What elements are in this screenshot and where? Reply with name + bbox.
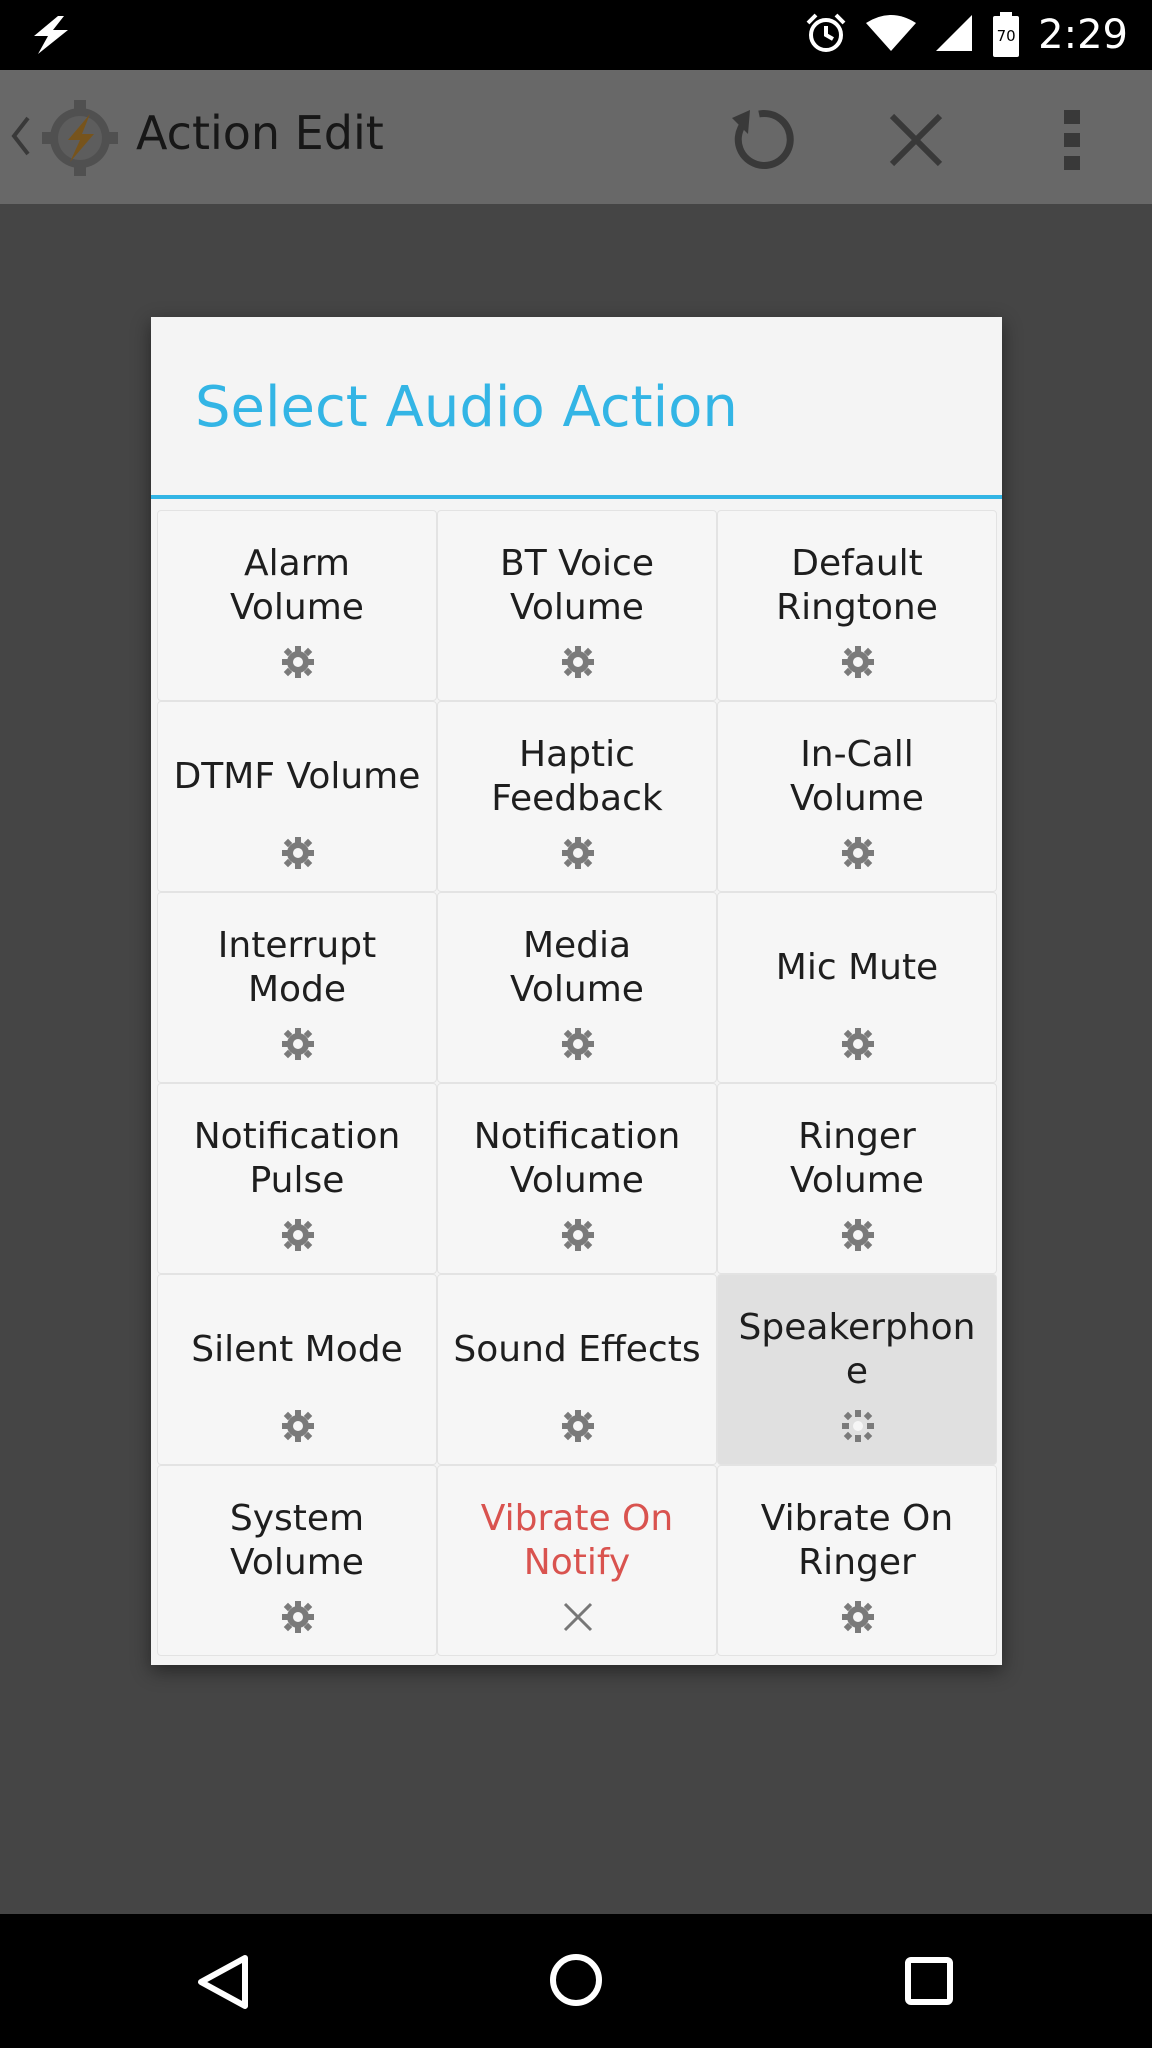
action-item[interactable]: DTMF Volume xyxy=(157,701,437,892)
action-item-label: DTMF Volume xyxy=(173,756,421,797)
dialog-title: Select Audio Action xyxy=(195,375,738,440)
action-item[interactable]: Vibrate On Notify xyxy=(437,1465,717,1656)
alarm-icon xyxy=(804,11,848,59)
battery-icon: 70 xyxy=(992,12,1020,58)
action-item[interactable]: Mic Mute xyxy=(717,892,997,1083)
signal-icon xyxy=(934,13,974,57)
nav-recent-icon[interactable] xyxy=(904,1956,954,2010)
action-grid: Alarm Volume BT Voice Volume Default Ringt… xyxy=(157,510,997,1656)
action-item-label: Notification Pulse xyxy=(193,1116,401,1201)
gear-icon[interactable] xyxy=(841,645,875,679)
action-item[interactable]: Vibrate On Ringer xyxy=(717,1465,997,1656)
action-item-label: Sound Effects xyxy=(453,1329,701,1370)
gear-icon[interactable] xyxy=(281,1600,315,1634)
battery-level: 70 xyxy=(996,27,1016,45)
action-item-label: Interrupt Mode xyxy=(217,925,377,1010)
gear-icon[interactable] xyxy=(281,1027,315,1061)
gear-icon[interactable] xyxy=(281,836,315,870)
gear-icon[interactable] xyxy=(561,645,595,679)
action-item[interactable]: Ringer Volume xyxy=(717,1083,997,1274)
gear-icon[interactable] xyxy=(841,1027,875,1061)
status-bar: 70 2:29 xyxy=(0,0,1152,70)
gear-icon[interactable] xyxy=(841,1218,875,1252)
gear-icon[interactable] xyxy=(281,645,315,679)
action-item-label: Alarm Volume xyxy=(230,543,364,628)
action-item-label: Speakerphon e xyxy=(738,1307,976,1392)
action-item[interactable]: In-Call Volume xyxy=(717,701,997,892)
gear-icon[interactable] xyxy=(841,1409,875,1443)
action-item[interactable]: Notification Volume xyxy=(437,1083,717,1274)
action-item[interactable]: Media Volume xyxy=(437,892,717,1083)
action-item-label: BT Voice Volume xyxy=(500,543,654,628)
action-item-label: Default Ringtone xyxy=(776,543,938,628)
gear-icon[interactable] xyxy=(841,836,875,870)
navigation-bar xyxy=(0,1914,1152,2048)
action-item-label: Notification Volume xyxy=(473,1116,681,1201)
action-item[interactable]: Silent Mode xyxy=(157,1274,437,1465)
action-item[interactable]: Alarm Volume xyxy=(157,510,437,701)
action-item[interactable]: Notification Pulse xyxy=(157,1083,437,1274)
nav-back-icon[interactable] xyxy=(195,1952,251,2016)
action-item[interactable]: Speakerphon e xyxy=(717,1274,997,1465)
gear-icon[interactable] xyxy=(561,836,595,870)
action-item[interactable]: BT Voice Volume xyxy=(437,510,717,701)
action-item-label: Vibrate On Ringer xyxy=(760,1498,954,1583)
action-item-label: Mic Mute xyxy=(775,947,939,988)
gear-icon[interactable] xyxy=(561,1027,595,1061)
gear-icon[interactable] xyxy=(841,1600,875,1634)
select-audio-action-dialog: Select Audio Action Alarm Volume BT Voice… xyxy=(151,317,1002,1665)
dialog-divider xyxy=(151,495,1002,499)
wifi-icon xyxy=(866,13,917,57)
action-item[interactable]: Default Ringtone xyxy=(717,510,997,701)
gear-icon[interactable] xyxy=(561,1409,595,1443)
status-time: 2:29 xyxy=(1038,12,1128,58)
action-item-label: System Volume xyxy=(229,1498,365,1583)
action-item-label: Ringer Volume xyxy=(790,1116,924,1201)
action-item[interactable]: Interrupt Mode xyxy=(157,892,437,1083)
action-item-label: Haptic Feedback xyxy=(491,734,663,819)
action-item-label: In-Call Volume xyxy=(790,734,924,819)
action-item[interactable]: Haptic Feedback xyxy=(437,701,717,892)
action-item[interactable]: System Volume xyxy=(157,1465,437,1656)
action-item-label: Vibrate On Notify xyxy=(480,1498,674,1583)
nav-home-icon[interactable] xyxy=(548,1952,604,2012)
gear-icon[interactable] xyxy=(281,1409,315,1443)
gear-icon[interactable] xyxy=(561,1218,595,1252)
flash-icon xyxy=(28,14,72,60)
gear-icon[interactable] xyxy=(281,1218,315,1252)
action-item-label: Media Volume xyxy=(510,925,644,1010)
close-icon xyxy=(561,1600,595,1634)
action-item-label: Silent Mode xyxy=(191,1329,403,1370)
action-item[interactable]: Sound Effects xyxy=(437,1274,717,1465)
